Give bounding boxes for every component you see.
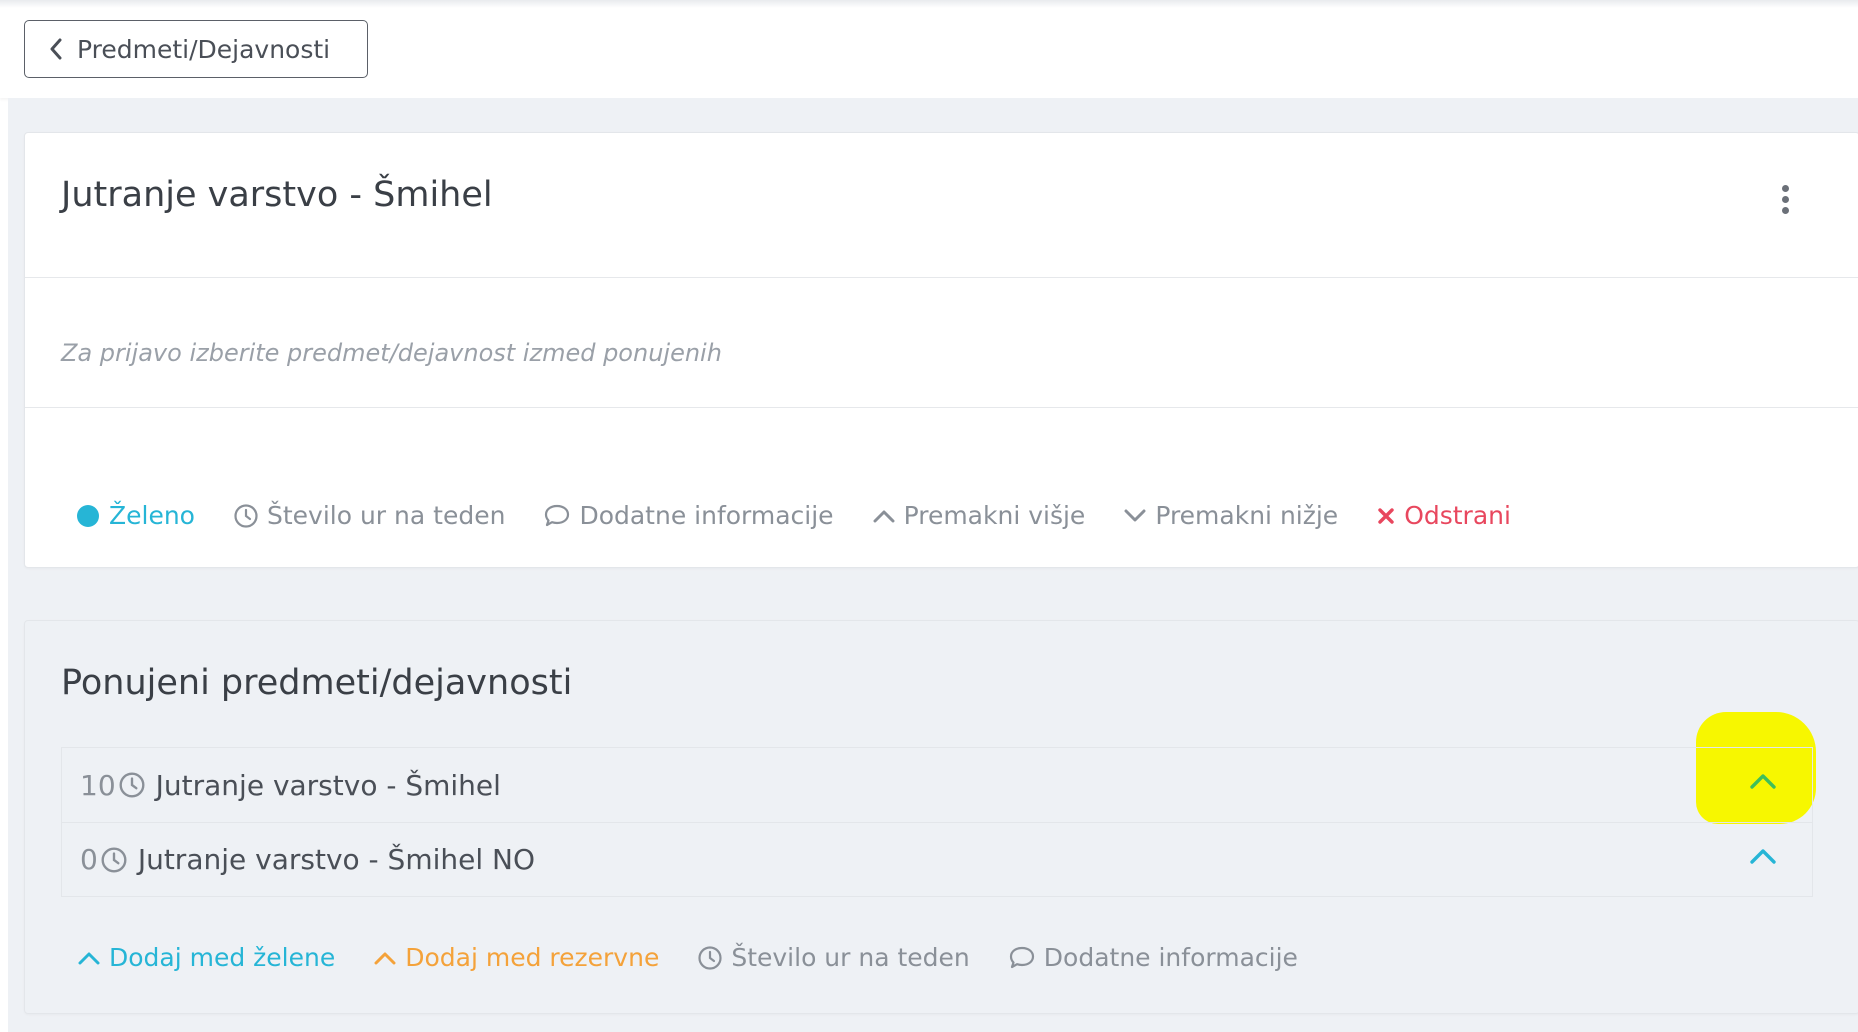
chevron-left-icon	[50, 38, 62, 60]
offered-list: 10 Jutranje varstvo - Šmihel 0 Jutranje …	[61, 747, 1813, 897]
selected-activity-card: Jutranje varstvo - Šmihel Za prijavo izb…	[24, 132, 1858, 568]
back-button-label: Predmeti/Dejavnosti	[77, 34, 331, 64]
top-bar: Predmeti/Dejavnosti	[0, 0, 1858, 98]
selected-card-title: Jutranje varstvo - Šmihel	[61, 175, 493, 215]
add-reserve-label: Dodaj med rezervne	[405, 943, 660, 972]
close-icon	[1378, 507, 1394, 524]
clock-icon	[101, 847, 127, 872]
kebab-menu-icon[interactable]	[1773, 185, 1797, 221]
move-down-label: Premakni nižje	[1155, 501, 1339, 530]
hours-legend-label: Število ur na teden	[731, 943, 970, 972]
hours-label: Število ur na teden	[266, 501, 506, 530]
offered-legend: Dodaj med želene Dodaj med rezervne Štev…	[77, 943, 1336, 972]
info-legend: Dodatne informacije	[1008, 943, 1298, 972]
item-hours-count: 10	[80, 768, 116, 802]
back-button[interactable]: Predmeti/Dejavnosti	[24, 20, 368, 78]
remove-label: Odstrani	[1404, 501, 1511, 530]
chevron-up-icon	[873, 510, 895, 522]
comment-icon	[545, 504, 570, 526]
chevron-up-icon	[374, 952, 396, 964]
selected-actions: Želeno Število ur na teden Dodatne infor…	[77, 501, 1549, 530]
add-wanted-legend: Dodaj med želene	[77, 943, 335, 972]
move-down-button[interactable]: Premakni nižje	[1123, 501, 1338, 530]
list-item[interactable]: 0 Jutranje varstvo - Šmihel NO	[62, 822, 1812, 896]
divider	[25, 277, 1858, 278]
add-wanted-label: Dodaj med želene	[109, 943, 336, 972]
move-up-label: Premakni višje	[903, 501, 1086, 530]
status-wanted[interactable]: Želeno	[77, 501, 195, 530]
info-legend-label: Dodatne informacije	[1043, 943, 1298, 972]
chevron-up-icon	[78, 952, 100, 964]
hours-per-week-button[interactable]: Število ur na teden	[233, 501, 505, 530]
offered-card-title: Ponujeni predmeti/dejavnosti	[61, 663, 573, 703]
chevron-up-icon[interactable]	[1748, 845, 1778, 867]
item-hours-count: 0	[80, 843, 98, 876]
clock-icon	[119, 772, 145, 798]
offered-activities-card: Ponujeni predmeti/dejavnosti 10 Jutranje…	[24, 620, 1858, 1014]
info-label: Dodatne informacije	[579, 501, 834, 530]
chevron-up-icon[interactable]	[1748, 770, 1778, 792]
add-reserve-legend: Dodaj med rezervne	[373, 943, 659, 972]
chevron-down-icon	[1124, 509, 1146, 521]
list-item[interactable]: 10 Jutranje varstvo - Šmihel	[62, 748, 1812, 822]
comment-icon	[1009, 946, 1034, 968]
clock-icon	[234, 503, 258, 528]
status-dot-icon	[77, 504, 99, 527]
divider	[25, 407, 1858, 408]
item-label: Jutranje varstvo - Šmihel	[155, 768, 501, 802]
remove-button[interactable]: Odstrani	[1376, 501, 1511, 530]
top-shadow	[0, 0, 1858, 8]
move-up-button[interactable]: Premakni višje	[872, 501, 1086, 530]
status-label: Želeno	[109, 501, 195, 530]
hours-legend: Število ur na teden	[697, 943, 970, 972]
clock-icon	[698, 945, 722, 970]
selection-hint: Za prijavo izberite predmet/dejavnost iz…	[61, 339, 722, 367]
item-label: Jutranje varstvo - Šmihel NO	[137, 843, 536, 876]
additional-info-button[interactable]: Dodatne informacije	[543, 501, 834, 530]
